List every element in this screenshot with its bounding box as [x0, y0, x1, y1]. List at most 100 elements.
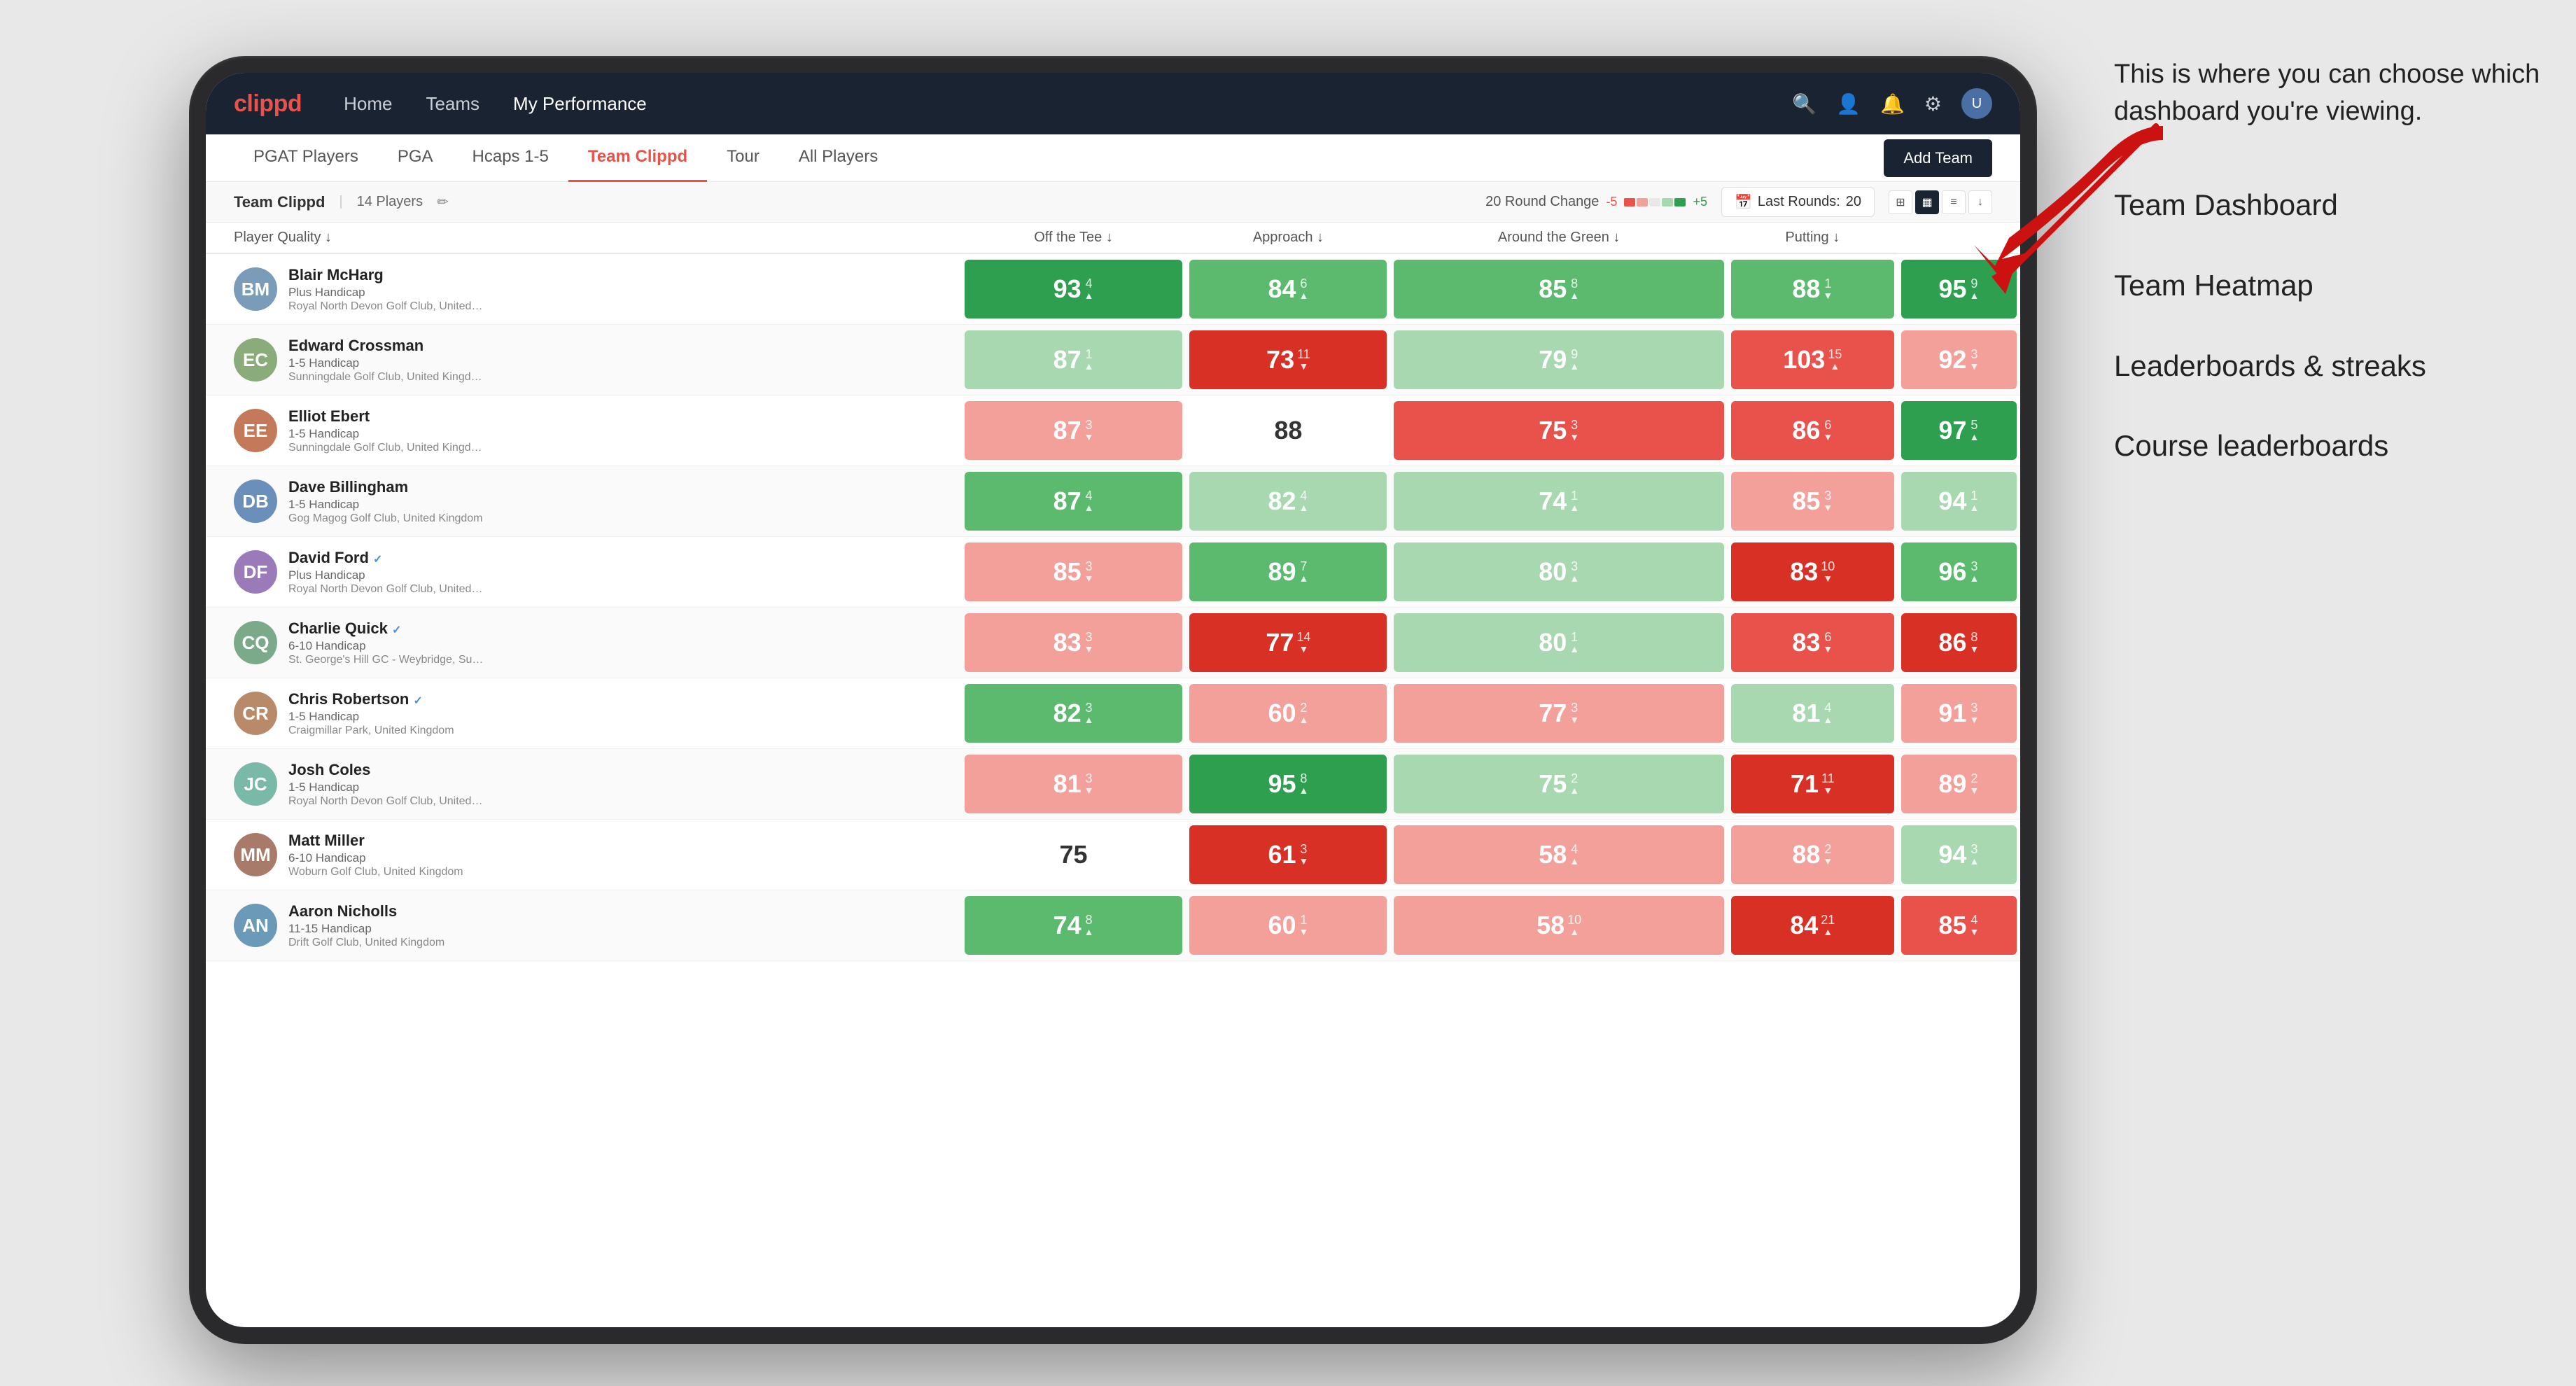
player-info: Josh Coles 1-5 Handicap Royal North Devo… — [288, 761, 947, 808]
metric-change: 7 ▲ — [1299, 560, 1309, 584]
metric-change: 4 ▲ — [1823, 701, 1833, 725]
metric-value: 71 — [1791, 769, 1819, 799]
grid-view-button[interactable]: ⊞ — [1889, 190, 1912, 214]
change-arrow: ▲ — [1569, 573, 1579, 584]
change-arrow: ▼ — [1823, 855, 1833, 867]
metric-change: 5 ▲ — [1969, 419, 1979, 442]
change-arrow: ▲ — [1084, 360, 1094, 372]
player-club: Drift Golf Club, United Kingdom — [288, 937, 484, 949]
metric-change: 3 ▼ — [1084, 631, 1094, 654]
metric-value: 88 — [1792, 840, 1820, 869]
edit-icon[interactable]: ✏ — [437, 193, 449, 211]
table-row[interactable]: DB Dave Billingham 1-5 Handicap Gog Mago… — [206, 466, 2020, 537]
player-name: Edward Crossman — [288, 337, 947, 355]
annotation-list: Team Dashboard Team Heatmap Leaderboards… — [2114, 186, 2548, 465]
change-num: 3 — [1086, 772, 1093, 785]
sub-nav: PGAT Players PGA Hcaps 1-5 Team Clippd T… — [206, 134, 2020, 182]
metric-change: 2 ▲ — [1299, 701, 1309, 725]
change-arrow: ▲ — [1299, 290, 1309, 301]
last-rounds-value: 20 — [1846, 194, 1861, 210]
table-row[interactable]: CR Chris Robertson ✓ 1-5 Handicap Craigm… — [206, 678, 2020, 749]
metric-change: 6 ▼ — [1823, 631, 1833, 654]
change-arrow: ▲ — [1569, 360, 1579, 372]
metric-value: 85 — [1539, 274, 1567, 304]
annotation-leaderboards: Leaderboards & streaks — [2114, 347, 2548, 386]
table-row[interactable]: EE Elliot Ebert 1-5 Handicap Sunningdale… — [206, 396, 2020, 466]
change-arrow: ▼ — [1084, 431, 1094, 442]
annotation-team-heatmap: Team Heatmap — [2114, 267, 2548, 305]
change-num: 5 — [1970, 419, 1977, 431]
metric-putting: 86 8 ▼ — [1898, 608, 2020, 678]
heatmap-view-button[interactable]: ▦ — [1915, 190, 1939, 214]
metric-value: 94 — [1938, 840, 1966, 869]
player-handicap: 11-15 Handicap — [288, 922, 947, 936]
subnav-tour[interactable]: Tour — [707, 134, 779, 182]
metric-change: 10 ▲ — [1567, 913, 1581, 937]
change-num: 6 — [1824, 631, 1831, 643]
subnav-hcaps[interactable]: Hcaps 1-5 — [453, 134, 568, 182]
table-row[interactable]: BM Blair McHarg Plus Handicap Royal Nort… — [206, 253, 2020, 325]
main-content: Player Quality ↓ Off the Tee ↓ Approach … — [206, 223, 2020, 1327]
player-info: Dave Billingham 1-5 Handicap Gog Magog G… — [288, 478, 947, 525]
annotation-course-leaderboards: Course leaderboards — [2114, 427, 2548, 465]
scale-seg-1 — [1624, 198, 1635, 206]
metric-value: 77 — [1539, 699, 1567, 728]
metric-change: 3 ▼ — [1569, 419, 1579, 442]
metric-value: 93 — [1054, 274, 1082, 304]
change-num: 3 — [1086, 631, 1093, 643]
last-rounds-button[interactable]: 📅 Last Rounds: 20 — [1721, 187, 1875, 217]
player-handicap: 6-10 Handicap — [288, 639, 947, 653]
change-arrow: ▼ — [1969, 360, 1979, 372]
nav-link-home[interactable]: Home — [344, 93, 392, 115]
change-num: 3 — [1970, 560, 1977, 573]
change-num: 2 — [1970, 772, 1977, 785]
table-row[interactable]: MM Matt Miller 6-10 Handicap Woburn Golf… — [206, 820, 2020, 890]
metric-playerQuality: 75 — [961, 820, 1186, 890]
metric-change: 3 ▲ — [1084, 701, 1094, 725]
logo: clippd — [234, 90, 302, 118]
metric-change: 3 ▼ — [1969, 701, 1979, 725]
metric-change: 11 ▼ — [1297, 348, 1310, 372]
change-arrow: ▲ — [1569, 502, 1579, 513]
metric-change: 4 ▲ — [1084, 277, 1094, 301]
search-icon[interactable]: 🔍 — [1792, 92, 1816, 115]
metric-playerQuality: 81 3 ▼ — [961, 749, 1186, 820]
metric-aroundGreen: 83 6 ▼ — [1728, 608, 1898, 678]
change-num: 4 — [1086, 489, 1093, 502]
player-handicap: 1-5 Handicap — [288, 780, 947, 794]
player-handicap: 1-5 Handicap — [288, 356, 947, 370]
player-avatar: JC — [234, 762, 277, 806]
nav-link-myperformance[interactable]: My Performance — [513, 93, 647, 115]
metric-offTee: 77 14 ▼ — [1186, 608, 1390, 678]
metric-offTee: 88 — [1186, 396, 1390, 466]
ipad-screen: clippd Home Teams My Performance 🔍 👤 🔔 ⚙… — [206, 73, 2020, 1327]
change-arrow: ▼ — [1823, 643, 1833, 654]
change-num: 2 — [1571, 772, 1578, 785]
metric-change: 1 ▲ — [1569, 489, 1579, 513]
change-arrow: ▲ — [1299, 502, 1309, 513]
metric-value: 83 — [1792, 628, 1820, 657]
table-row[interactable]: CQ Charlie Quick ✓ 6-10 Handicap St. Geo… — [206, 608, 2020, 678]
subnav-pgat[interactable]: PGAT Players — [234, 134, 378, 182]
metric-change: 1 ▼ — [1823, 277, 1833, 301]
table-row[interactable]: JC Josh Coles 1-5 Handicap Royal North D… — [206, 749, 2020, 820]
table-row[interactable]: AN Aaron Nicholls 11-15 Handicap Drift G… — [206, 890, 2020, 961]
metric-playerQuality: 82 3 ▲ — [961, 678, 1186, 749]
player-cell-9: AN Aaron Nicholls 11-15 Handicap Drift G… — [206, 890, 961, 961]
nav-link-teams[interactable]: Teams — [426, 93, 479, 115]
table-row[interactable]: EC Edward Crossman 1-5 Handicap Sunningd… — [206, 325, 2020, 396]
metric-change: 3 ▼ — [1299, 843, 1309, 867]
change-num: 3 — [1086, 701, 1093, 714]
subnav-pga[interactable]: PGA — [378, 134, 453, 182]
change-num: 2 — [1300, 701, 1307, 714]
player-avatar: DF — [234, 550, 277, 594]
metric-approach: 80 3 ▲ — [1390, 537, 1727, 608]
subnav-allplayers[interactable]: All Players — [779, 134, 897, 182]
subnav-teamclippd[interactable]: Team Clippd — [568, 134, 707, 182]
change-num: 3 — [1571, 701, 1578, 714]
metric-change: 8 ▲ — [1084, 913, 1094, 937]
people-icon[interactable]: 👤 — [1836, 92, 1861, 115]
change-arrow: ▲ — [1969, 573, 1979, 584]
table-row[interactable]: DF David Ford ✓ Plus Handicap Royal Nort… — [206, 537, 2020, 608]
bell-icon[interactable]: 🔔 — [1880, 92, 1905, 115]
